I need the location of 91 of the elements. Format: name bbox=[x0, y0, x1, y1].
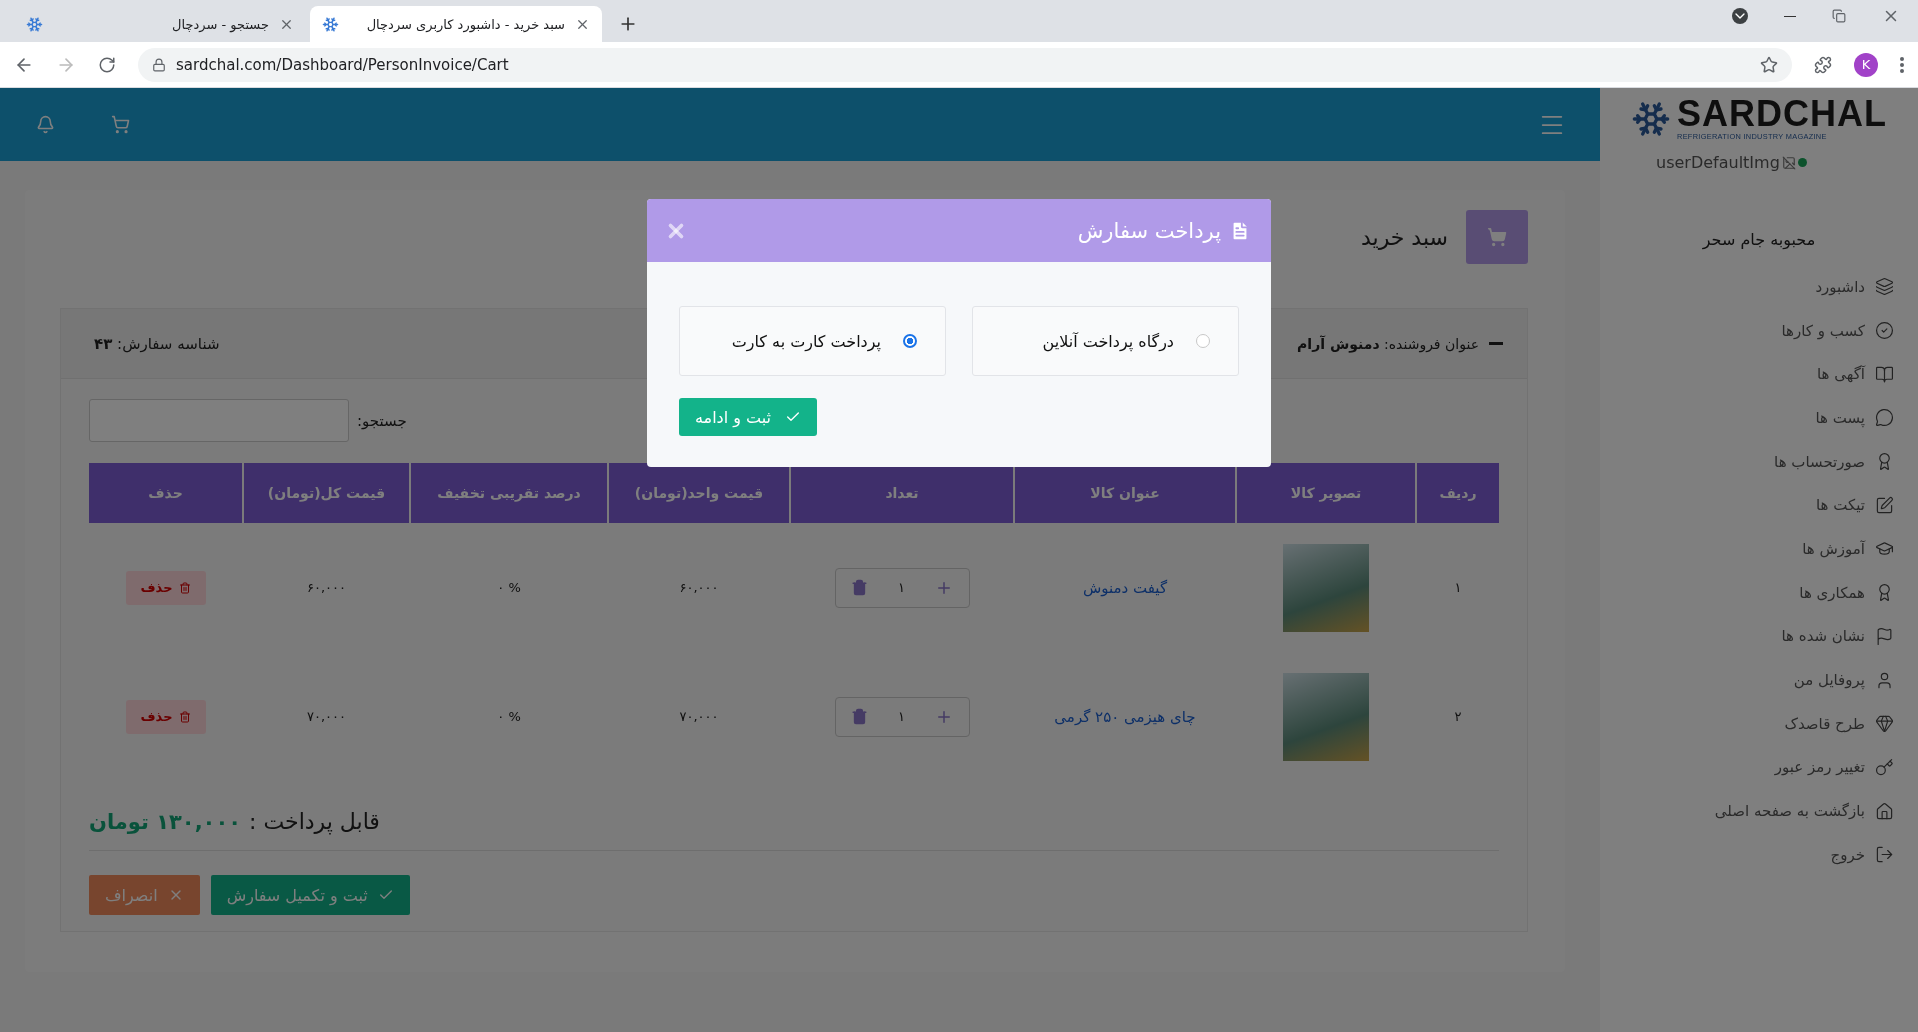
pen-square-icon bbox=[1875, 495, 1894, 515]
book-icon bbox=[1875, 364, 1894, 384]
home-icon bbox=[1875, 801, 1894, 821]
table-cell-text: % ۰ bbox=[496, 708, 522, 726]
sidebar-item[interactable]: همکاری ها bbox=[1600, 570, 1918, 615]
trash-button[interactable] bbox=[850, 579, 868, 596]
column-header: حذف bbox=[89, 463, 242, 523]
cart-icon bbox=[1487, 227, 1507, 247]
quantity-value: ۱ bbox=[898, 580, 905, 595]
quantity-stepper[interactable]: ۱ bbox=[834, 696, 970, 737]
quantity-value: ۱ bbox=[898, 709, 905, 724]
speech-bubble-icon bbox=[1875, 408, 1894, 428]
payment-option[interactable]: پرداخت کارت به کارت bbox=[679, 306, 946, 376]
product-link[interactable]: گیفت دمنوش bbox=[1082, 578, 1168, 597]
trash-icon bbox=[178, 581, 191, 594]
seller-title: عنوان فروشنده: دمنوش آرام bbox=[1297, 335, 1479, 352]
exit-icon bbox=[1875, 845, 1894, 865]
trash-icon bbox=[178, 710, 191, 723]
payable-amount: ۱۳۰,۰۰۰ تومان bbox=[89, 810, 242, 834]
trash-button[interactable] bbox=[850, 708, 868, 725]
sidebar-item[interactable]: داشبورد bbox=[1600, 265, 1918, 309]
snowflake-icon bbox=[26, 15, 43, 33]
diamond-icon bbox=[1875, 714, 1894, 734]
browser-tab[interactable]: سبد خرید - داشبورد کاربری سردچال bbox=[310, 6, 602, 42]
user-name: محبوبه جام سحر bbox=[1701, 230, 1817, 249]
search-label: جستجو: bbox=[357, 411, 407, 430]
product-link[interactable]: چای هیزمی ۲۵۰ گرمی bbox=[1054, 707, 1196, 726]
sidebar-item[interactable]: نشان شده ها bbox=[1600, 614, 1918, 659]
browser-tab[interactable]: جستجو - سردچال bbox=[14, 6, 306, 42]
online-dot bbox=[1797, 158, 1807, 167]
sidebar-item[interactable]: آگهی ها bbox=[1600, 352, 1918, 397]
layers-icon bbox=[1875, 277, 1894, 297]
extensions-button[interactable] bbox=[1814, 55, 1832, 74]
payment-option[interactable]: درگاه پرداخت آنلاین bbox=[972, 306, 1239, 376]
sidebar-item[interactable]: کسب و کارها bbox=[1600, 308, 1918, 353]
column-header: قیمت کل(تومان) bbox=[244, 463, 409, 523]
sidebar-item[interactable]: تیکت ها bbox=[1600, 483, 1918, 528]
sidebar-item[interactable]: بازگشت به صفحه اصلی bbox=[1600, 789, 1918, 833]
table-cell-text: ۶۰,۰۰۰ bbox=[678, 579, 720, 597]
flag-icon bbox=[1875, 626, 1894, 646]
lock-icon bbox=[152, 57, 166, 72]
sidebar-item[interactable]: طرح قاصدک bbox=[1600, 701, 1918, 746]
cancel-button[interactable]: انصراف bbox=[89, 875, 200, 915]
sidebar-item[interactable]: پست ها bbox=[1600, 396, 1918, 440]
column-header: درصد تقریبی تخفیف bbox=[411, 463, 607, 523]
minimize-icon bbox=[1784, 15, 1796, 17]
table-cell-text: % ۰ bbox=[496, 579, 522, 597]
delete-button[interactable]: حذف bbox=[125, 570, 206, 605]
logo-text: SARDCHAL bbox=[1677, 96, 1887, 132]
radio-button[interactable] bbox=[1196, 334, 1210, 348]
sidebar-item[interactable]: تغییر رمز عبور bbox=[1600, 745, 1918, 790]
payable-label: قابل پرداخت : bbox=[249, 809, 380, 834]
sidebar-item[interactable]: خروج bbox=[1600, 832, 1918, 877]
restore-button[interactable] bbox=[1832, 9, 1846, 23]
order-id: شناسه سفارش: ۴۳ bbox=[94, 334, 220, 353]
submit-order-button[interactable]: ثبت و تکمیل سفارش bbox=[210, 875, 410, 915]
table-cell-text: ۷۰,۰۰۰ bbox=[306, 708, 348, 726]
address-bar[interactable]: sardchal.com/Dashboard/PersonInvoice/Cart bbox=[138, 47, 1792, 82]
continue-button[interactable]: ثبت و ادامه bbox=[679, 398, 818, 436]
avatar-alt-text: userDefaultImg bbox=[1656, 153, 1780, 172]
column-header: قیمت واحد(تومان) bbox=[609, 463, 789, 523]
notification-button[interactable] bbox=[36, 115, 55, 134]
kebab-menu-icon bbox=[1900, 56, 1904, 73]
check-circle-icon bbox=[1875, 321, 1894, 341]
column-header: ردیف bbox=[1417, 463, 1499, 523]
table-cell-text: ۲ bbox=[1453, 708, 1463, 726]
page-title: سبد خرید bbox=[1360, 224, 1448, 250]
radio-button[interactable] bbox=[903, 334, 917, 348]
column-header: تصویر کالا bbox=[1237, 463, 1415, 523]
sidebar-item[interactable]: صورتحساب ها bbox=[1600, 439, 1918, 484]
table-cell-text: ۶۰,۰۰۰ bbox=[306, 579, 348, 597]
snowflake-icon bbox=[322, 15, 339, 33]
user-icon bbox=[1875, 670, 1894, 690]
tab-search-button[interactable] bbox=[1732, 8, 1748, 24]
dialog-title: پرداخت سفارش bbox=[1077, 218, 1221, 243]
profile-avatar[interactable]: K bbox=[1854, 52, 1878, 77]
minimize-button[interactable] bbox=[1784, 15, 1796, 17]
cart-button[interactable] bbox=[111, 115, 130, 134]
table-cell-text: ۷۰,۰۰۰ bbox=[678, 708, 720, 726]
delete-button[interactable]: حذف bbox=[125, 699, 206, 734]
sidebar-item[interactable]: پروفایل من bbox=[1600, 658, 1918, 702]
sidebar-item[interactable]: آموزش ها bbox=[1600, 527, 1918, 571]
menu-button[interactable] bbox=[1900, 56, 1904, 73]
reload-button[interactable] bbox=[98, 55, 116, 74]
bookmark-star-icon[interactable] bbox=[1760, 55, 1778, 74]
table-cell-text: ۱ bbox=[1453, 579, 1463, 597]
broken-image-icon bbox=[1781, 155, 1796, 170]
minus-icon bbox=[1489, 342, 1503, 345]
quantity-stepper[interactable]: ۱ bbox=[834, 567, 970, 608]
search-field[interactable] bbox=[89, 399, 349, 442]
key-icon bbox=[1875, 757, 1894, 777]
